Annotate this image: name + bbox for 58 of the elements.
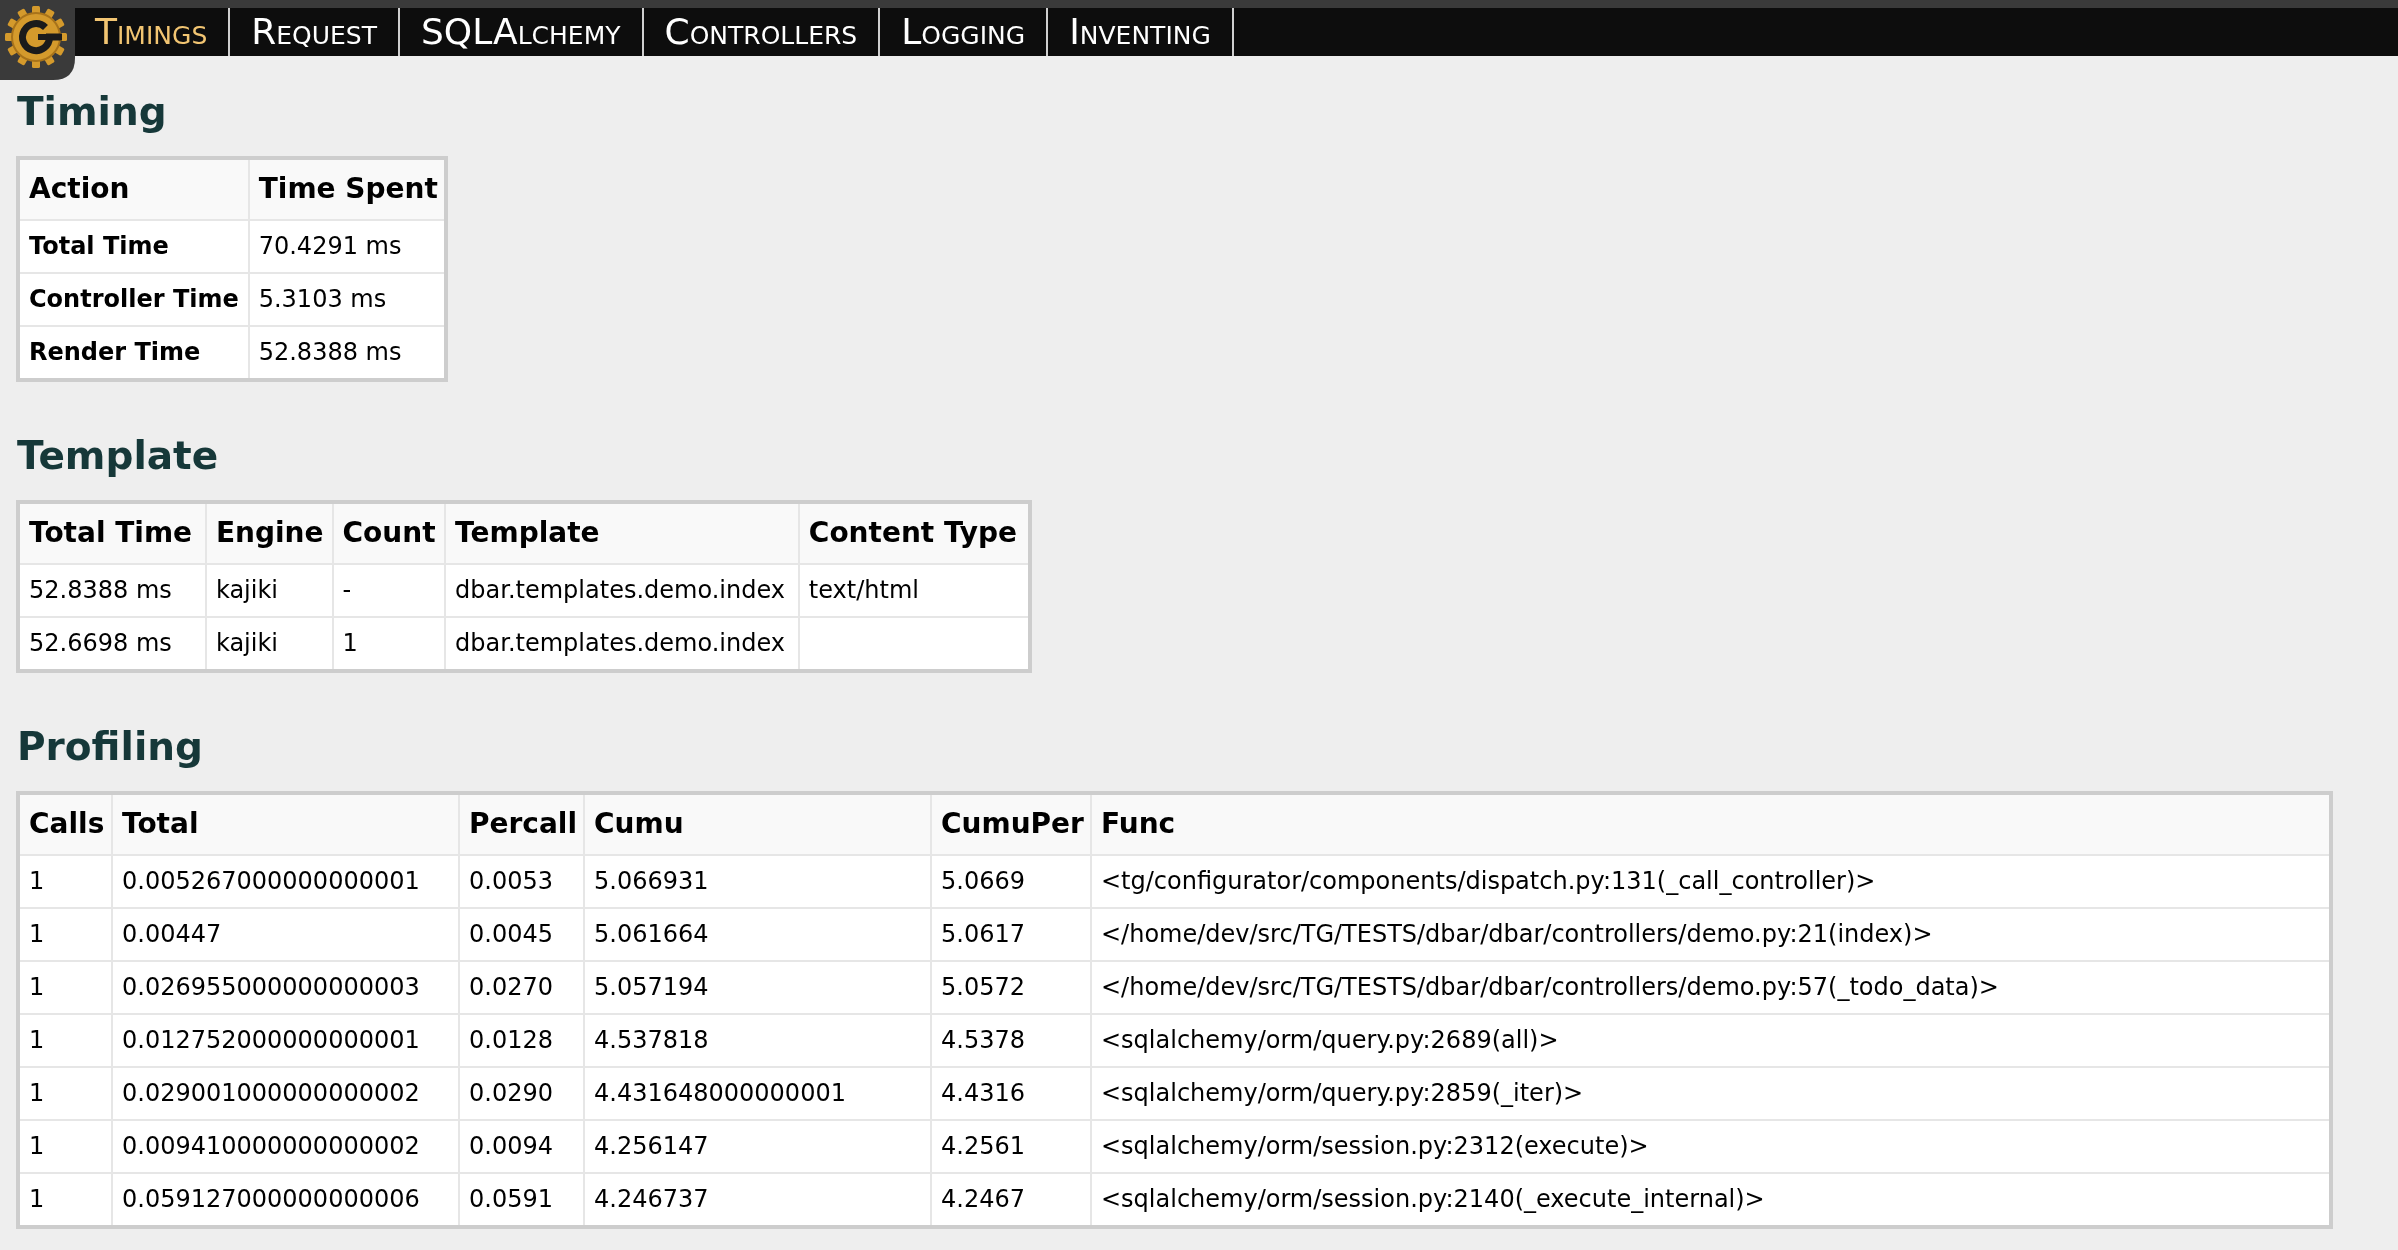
table-cell: 5.0617	[931, 908, 1091, 961]
table-cell: 0.0094	[459, 1120, 584, 1173]
column-header: Percall	[459, 793, 584, 855]
column-header: Cumu	[584, 793, 931, 855]
table-cell: dbar.templates.demo.index	[445, 564, 799, 617]
nav-tab[interactable]: Inventing	[1048, 8, 1234, 56]
column-header: Content Type	[798, 502, 1030, 564]
column-header: Template	[445, 502, 799, 564]
table-cell: 5.066931	[584, 855, 931, 908]
column-header: Total	[112, 793, 459, 855]
table-cell: 4.256147	[584, 1120, 931, 1173]
nav-tab[interactable]: Logging	[880, 8, 1049, 56]
table-cell: 0.009410000000000002	[112, 1120, 459, 1173]
column-header: Calls	[18, 793, 112, 855]
table-cell: 0.0053	[459, 855, 584, 908]
column-header: Time Spent	[248, 158, 446, 220]
table-cell: 1	[18, 1067, 112, 1120]
nav-tab[interactable]: SQLAlchemy	[400, 8, 644, 56]
table-cell: 1	[18, 908, 112, 961]
row-header: Total Time	[18, 220, 249, 273]
row-header: Controller Time	[18, 273, 249, 326]
column-header: Func	[1091, 793, 2331, 855]
table-cell: 4.5378	[931, 1014, 1091, 1067]
nav-tab[interactable]: Controllers	[643, 8, 881, 56]
table-cell: 0.026955000000000003	[112, 961, 459, 1014]
section-heading: Timing	[17, 88, 167, 135]
table-cell: -	[332, 564, 446, 617]
column-header: Total Time	[18, 502, 206, 564]
section-heading: Profiling	[17, 723, 203, 770]
table-cell: 1	[18, 961, 112, 1014]
nav-tab[interactable]: Request	[230, 8, 400, 56]
table-cell: 5.057194	[584, 961, 931, 1014]
table-cell: 4.4316	[931, 1067, 1091, 1120]
table-cell: kajiki	[205, 564, 333, 617]
column-header: Action	[18, 158, 249, 220]
table-cell: 5.0669	[931, 855, 1091, 908]
table-cell: 1	[18, 1120, 112, 1173]
table-cell: 0.029001000000000002	[112, 1067, 459, 1120]
column-header: CumuPer	[931, 793, 1091, 855]
table-cell: 0.005267000000000001	[112, 855, 459, 908]
table-cell: 52.8388 ms	[18, 564, 206, 617]
column-header: Engine	[205, 502, 333, 564]
table-cell: 0.0045	[459, 908, 584, 961]
table-cell: 1	[18, 1014, 112, 1067]
table-cell: 4.431648000000001	[584, 1067, 931, 1120]
table-cell: 4.537818	[584, 1014, 931, 1067]
table-cell: 4.2561	[931, 1120, 1091, 1173]
table-cell: 5.061664	[584, 908, 931, 961]
table-cell: 0.0290	[459, 1067, 584, 1120]
nav-tab[interactable]: Timings	[74, 8, 231, 56]
section-heading: Template	[17, 432, 219, 479]
table-cell: 0.012752000000000001	[112, 1014, 459, 1067]
table-cell: 0.00447	[112, 908, 459, 961]
table-cell: 0.0270	[459, 961, 584, 1014]
table-cell: 5.0572	[931, 961, 1091, 1014]
table-cell: 0.0128	[459, 1014, 584, 1067]
table-cell: 1	[18, 855, 112, 908]
column-header: Count	[332, 502, 446, 564]
